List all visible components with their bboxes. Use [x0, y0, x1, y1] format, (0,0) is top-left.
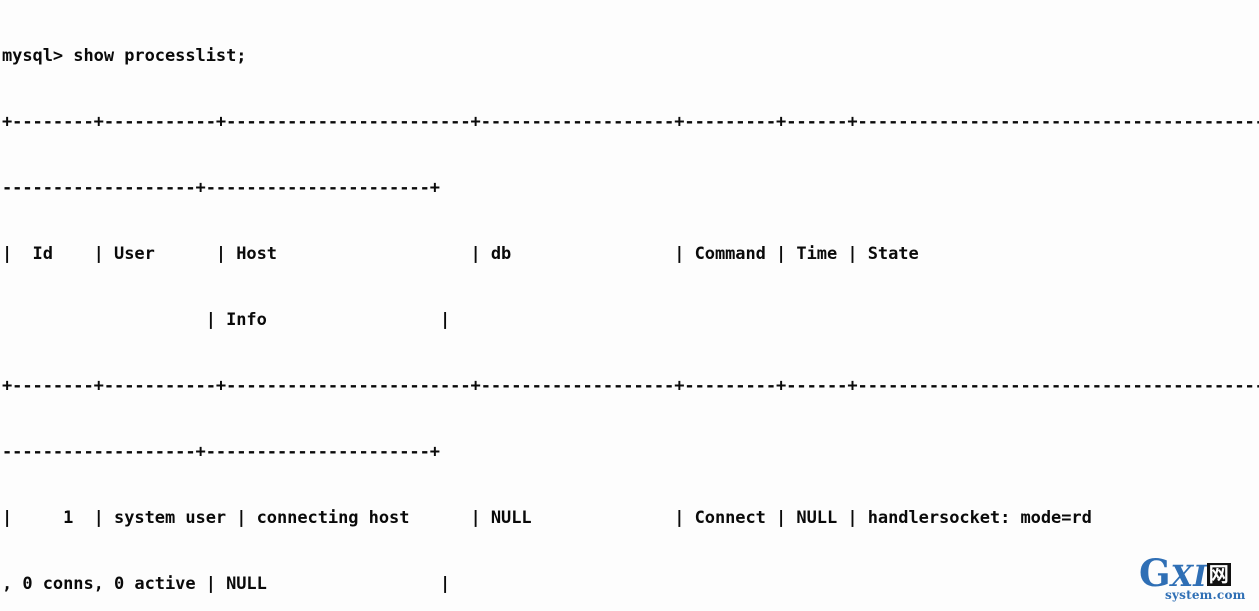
- table-row-wrap: , 0 conns, 0 active | NULL |: [2, 574, 451, 594]
- separator-top-wrap: -------------------+--------------------…: [2, 178, 440, 198]
- separator-top: +--------+-----------+------------------…: [2, 112, 1259, 132]
- separator-mid: +--------+-----------+------------------…: [2, 376, 1259, 396]
- terminal-output[interactable]: mysql> show processlist; +--------+-----…: [0, 0, 1259, 611]
- prompt-line: mysql> show processlist;: [2, 46, 247, 66]
- terminal-screenshot: mysql> show processlist; +--------+-----…: [0, 0, 1259, 611]
- header-row-wrap: | Info |: [2, 310, 451, 330]
- header-row: | Id | User | Host | db | Command | Time…: [2, 244, 919, 264]
- separator-mid-wrap: -------------------+--------------------…: [2, 442, 440, 462]
- table-row: | 1 | system user | connecting host | NU…: [2, 508, 1092, 528]
